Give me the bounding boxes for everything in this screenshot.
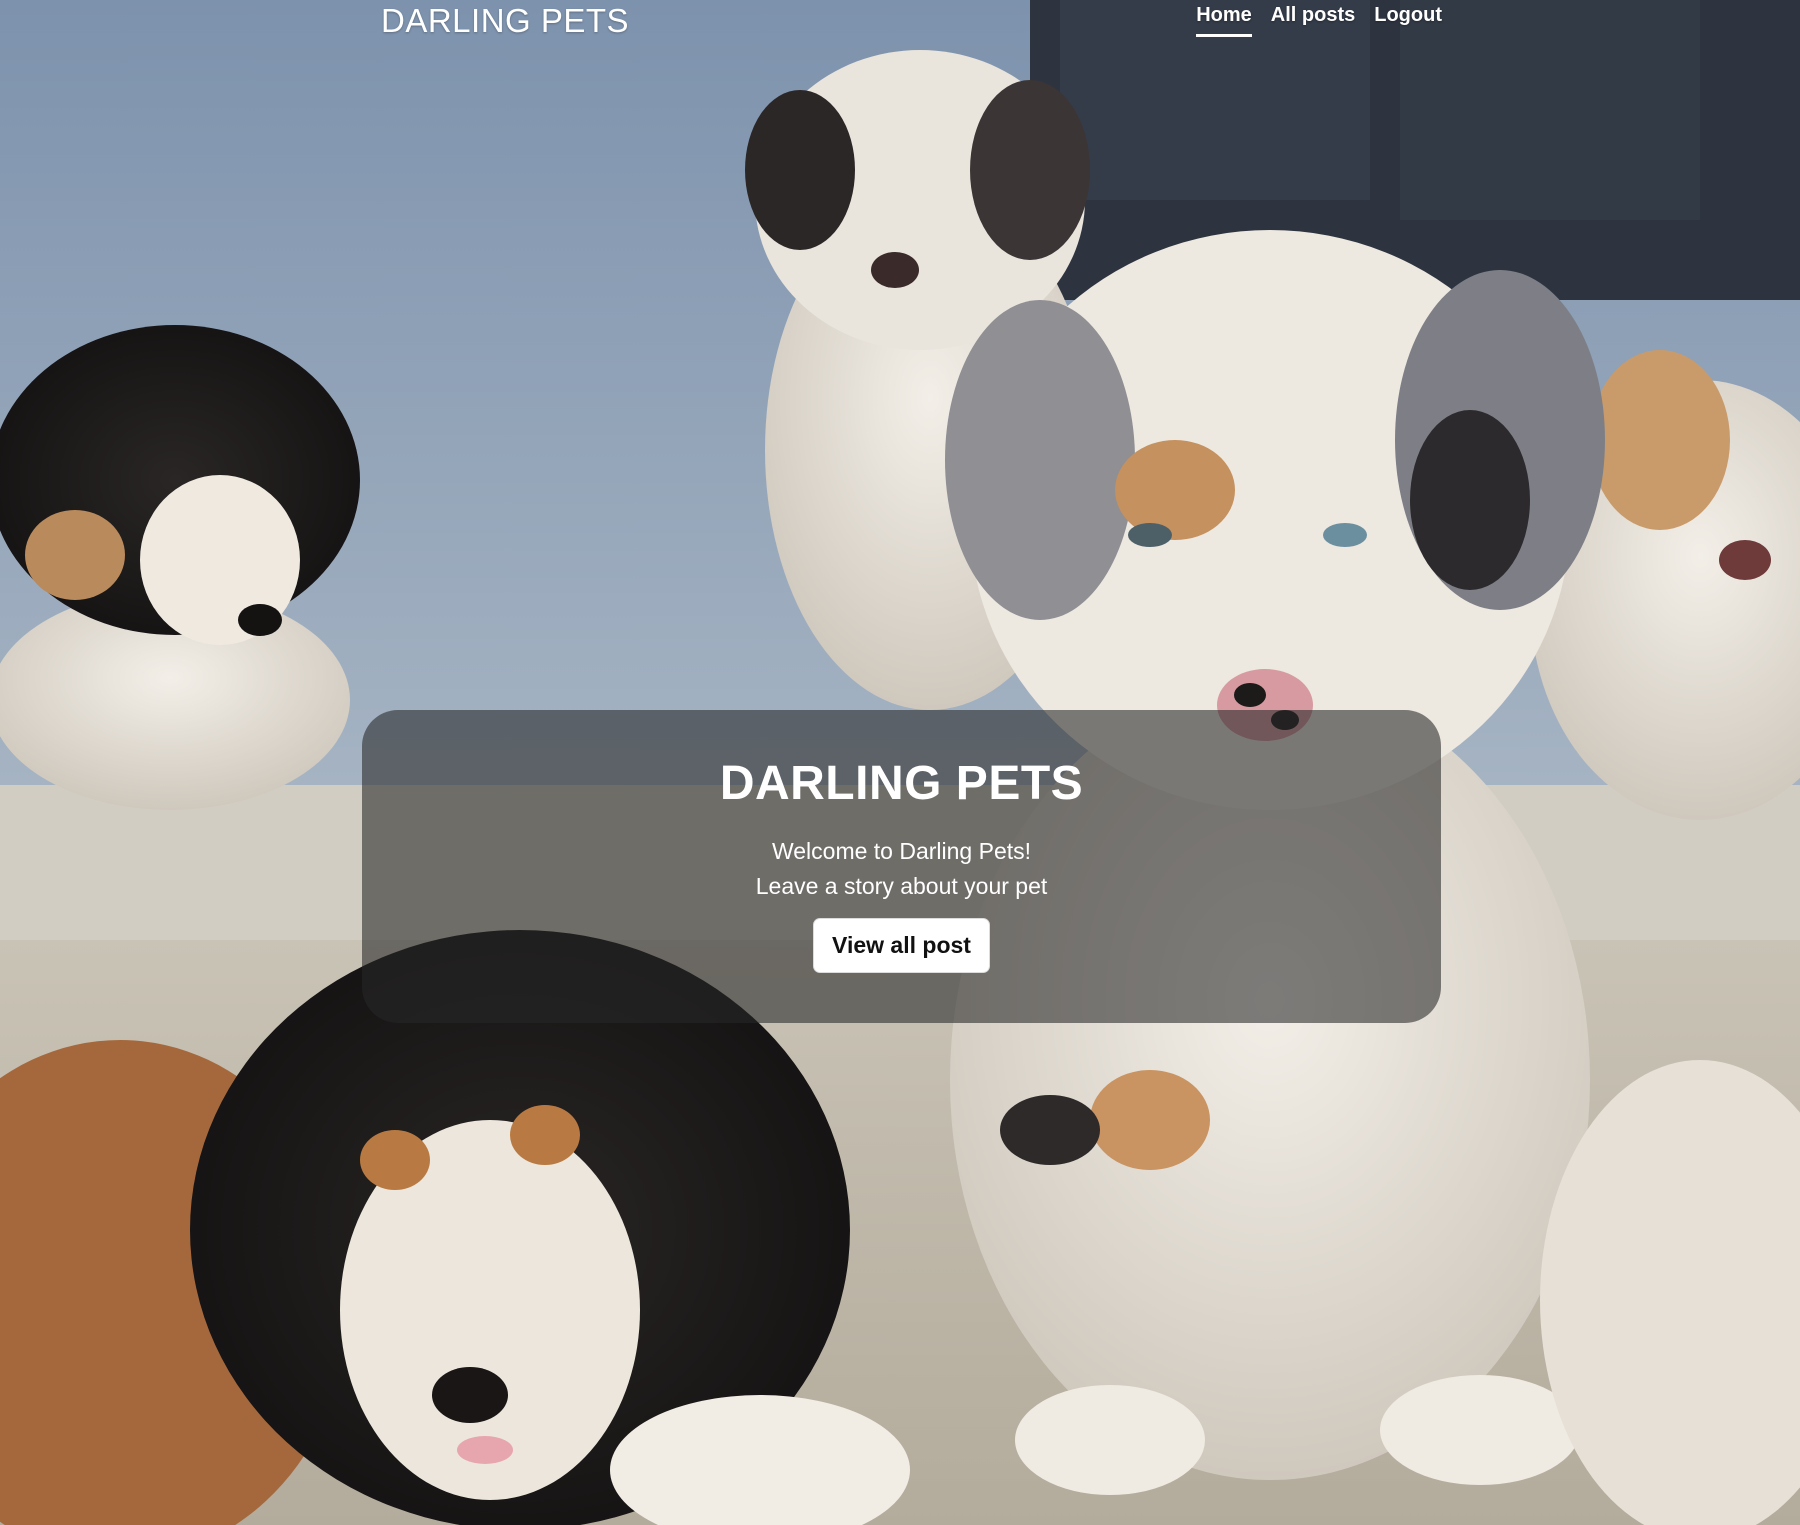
- nav-link-home[interactable]: Home: [1196, 4, 1252, 37]
- welcome-line: Welcome to Darling Pets!: [771, 838, 1032, 864]
- hero-section: DARLING PETS Home All posts Logout DARLI…: [0, 0, 1800, 1525]
- nav-link-all-posts[interactable]: All posts: [1271, 4, 1355, 37]
- brand-logo-link[interactable]: DARLING PETS: [381, 2, 629, 40]
- hero-title: DARLING PETS: [719, 757, 1084, 810]
- story-prompt-line: Leave a story about your pet: [755, 873, 1048, 899]
- nav-link-logout[interactable]: Logout: [1374, 4, 1442, 37]
- navbar: DARLING PETS Home All posts Logout: [0, 0, 1800, 48]
- view-all-post-button[interactable]: View all post: [813, 918, 990, 973]
- nav-links: Home All posts Logout: [1196, 4, 1442, 37]
- hero-text: Welcome to Darling Pets! Leave a story a…: [362, 834, 1441, 904]
- welcome-card: DARLING PETS Welcome to Darling Pets! Le…: [362, 710, 1441, 1023]
